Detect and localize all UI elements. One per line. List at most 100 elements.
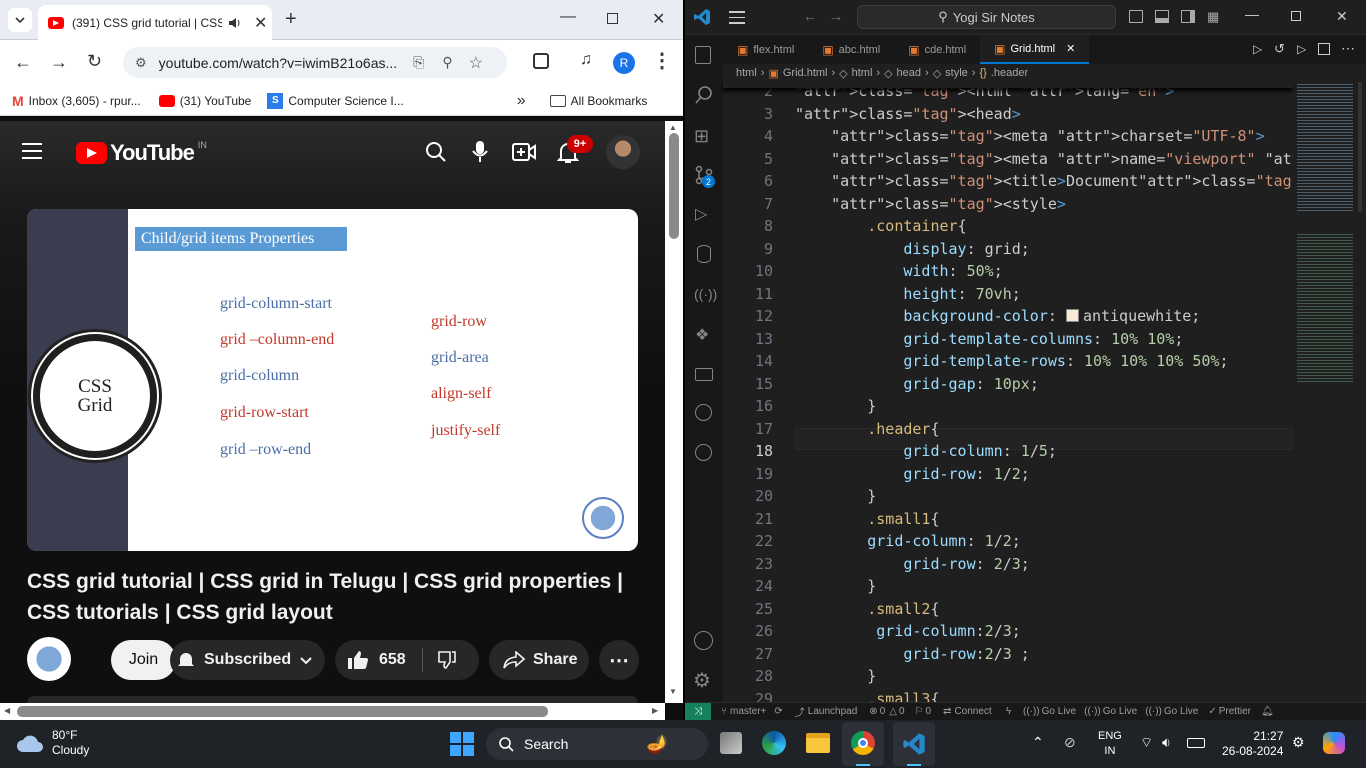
search-icon[interactable] (694, 85, 714, 105)
edge-icon[interactable] (762, 731, 786, 755)
go-live[interactable]: Go Live (1164, 706, 1198, 717)
breadcrumb-item[interactable]: html (852, 67, 873, 79)
folder-icon[interactable] (695, 368, 713, 381)
prettier[interactable]: Prettier (1219, 706, 1251, 717)
bookmark-youtube[interactable]: (31) YouTube (158, 86, 251, 116)
network-off-icon[interactable]: ⊘ (1064, 734, 1076, 751)
maximize-icon[interactable] (607, 13, 618, 24)
chrome-menu-icon[interactable]: ⋮ (652, 48, 672, 73)
horizontal-scrollbar[interactable]: ◀ ▶ (0, 703, 665, 720)
toggle-secondary-sidebar-icon[interactable] (1181, 10, 1195, 23)
minimap[interactable] (1297, 82, 1353, 402)
close-tab-icon[interactable]: ✕ (254, 13, 267, 33)
go-live[interactable]: Go Live (1103, 706, 1137, 717)
launchpad[interactable]: Launchpad (808, 706, 858, 717)
chrome-taskbar-button[interactable] (842, 722, 884, 766)
connect[interactable]: Connect (954, 706, 991, 717)
customize-layout-icon[interactable]: ▦ (1207, 9, 1219, 25)
tab-grid-html[interactable]: ▣ Grid.html ✕ (980, 35, 1090, 64)
explorer-icon[interactable] (695, 46, 711, 64)
volume-icon[interactable]: 🔉︎ (1162, 734, 1171, 751)
site-info-icon[interactable]: ⚙ (135, 55, 147, 71)
tab-cde-html[interactable]: ▣ cde.html (894, 35, 980, 64)
breadcrumb-item[interactable]: .header (991, 67, 1028, 79)
like-button[interactable]: 658 (335, 648, 423, 672)
more-bookmarks-icon[interactable]: » (517, 92, 526, 110)
nav-forward-icon[interactable]: → (829, 8, 843, 24)
create-video-icon[interactable] (512, 142, 536, 162)
live-share-icon[interactable] (695, 444, 712, 461)
wifi-icon[interactable]: ⌔ (1140, 734, 1153, 752)
bookmark-star-icon[interactable]: ☆ (469, 53, 483, 73)
minimize-icon[interactable]: — (1245, 6, 1259, 22)
scrollbar-thumb[interactable] (669, 133, 679, 239)
vscode-taskbar-button[interactable] (893, 722, 935, 766)
more-actions-icon[interactable]: ⋯ (1341, 40, 1355, 57)
taskbar-search[interactable]: Search 🪔 (486, 728, 708, 760)
go-live[interactable]: Go Live (1042, 706, 1076, 717)
run-icon[interactable]: ▷ (1253, 42, 1262, 56)
toggle-sidebar-icon[interactable] (1129, 10, 1143, 23)
install-app-icon[interactable]: ⎘ (413, 54, 424, 71)
notification-center-icon[interactable]: ⚙ (1292, 734, 1305, 751)
forward-arrow-icon[interactable]: → (50, 52, 68, 73)
omnibox[interactable]: ⚙ youtube.com/watch?v=iwimB21o6as... ⎘ ⚲… (123, 47, 507, 78)
scroll-down-icon[interactable]: ▼ (669, 687, 677, 696)
breadcrumb-item[interactable]: head (897, 67, 921, 79)
profile-avatar[interactable]: R (613, 52, 635, 74)
speaker-icon[interactable] (228, 16, 242, 30)
minimize-icon[interactable]: — (560, 8, 576, 26)
remote-indicator-icon[interactable]: ⤨ (685, 703, 711, 720)
warning-count[interactable]: 0 (899, 706, 905, 717)
share-button[interactable]: Share (489, 640, 589, 680)
language-indicator[interactable]: ENG IN (1098, 729, 1122, 759)
accounts-icon[interactable] (694, 631, 713, 650)
nav-back-icon[interactable]: ← (803, 8, 817, 24)
breadcrumb-item[interactable]: html (736, 67, 757, 79)
youtube-logo[interactable]: YouTube IN (76, 140, 207, 166)
toggle-panel-icon[interactable] (1155, 10, 1169, 23)
subscribed-button[interactable]: Subscribed (170, 640, 325, 680)
media-control-icon[interactable]: ♫ (580, 51, 592, 69)
menu-icon[interactable] (729, 11, 745, 24)
microphone-icon[interactable] (472, 140, 488, 164)
git-graph-icon[interactable] (695, 404, 712, 421)
clock[interactable]: 21:27 26-08-2024 (1222, 729, 1283, 759)
scrollbar-thumb[interactable] (17, 706, 548, 717)
breadcrumb-item[interactable]: Grid.html (783, 67, 828, 79)
breadcrumb-item[interactable]: style (945, 67, 968, 79)
browser-tab[interactable]: (391) CSS grid tutorial | CSS ✕ (38, 5, 272, 40)
all-bookmarks[interactable]: All Bookmarks (549, 86, 647, 116)
scroll-right-icon[interactable]: ▶ (652, 706, 658, 715)
error-count[interactable]: 0 (880, 706, 886, 717)
thumbs-down-icon[interactable] (437, 650, 457, 670)
zoom-icon[interactable]: ⚲ (442, 54, 452, 71)
database-icon[interactable] (697, 245, 711, 263)
extensions-icon[interactable]: ⊞ (694, 126, 709, 147)
scroll-left-icon[interactable]: ◀ (4, 706, 10, 715)
editor-scrollbar[interactable] (1358, 82, 1362, 212)
bell-icon[interactable]: 🔔︎ (1261, 706, 1274, 717)
account-avatar[interactable] (606, 135, 640, 169)
run-file-icon[interactable]: ▷ (1297, 42, 1306, 56)
tab-abc-html[interactable]: ▣ abc.html (808, 35, 894, 64)
run-debug-icon[interactable]: ▷ (695, 204, 707, 224)
channel-avatar[interactable] (27, 637, 71, 681)
info-count[interactable]: 0 (925, 706, 931, 717)
close-window-icon[interactable]: ✕ (652, 9, 665, 29)
file-explorer-icon[interactable] (806, 733, 830, 753)
bookmark-cs[interactable]: S Computer Science I... (267, 86, 404, 116)
git-branch[interactable]: master+ (730, 706, 766, 717)
close-tab-icon[interactable]: ✕ (1066, 42, 1075, 55)
copilot-icon[interactable] (1323, 732, 1345, 754)
search-icon[interactable] (425, 141, 447, 163)
split-editor-icon[interactable] (1318, 43, 1330, 55)
hamburger-menu-icon[interactable] (22, 143, 42, 159)
maximize-icon[interactable] (1291, 11, 1301, 21)
show-hidden-icons-chevron-icon[interactable]: ⌃ (1032, 734, 1044, 751)
weather-widget[interactable]: 80°F Cloudy (16, 728, 89, 758)
join-button[interactable]: Join (111, 640, 176, 680)
python-icon[interactable]: ❖ (695, 325, 709, 345)
extensions-icon[interactable] (533, 53, 549, 69)
video-player[interactable]: CSS Grid Child/grid items Properties gri… (27, 209, 638, 551)
